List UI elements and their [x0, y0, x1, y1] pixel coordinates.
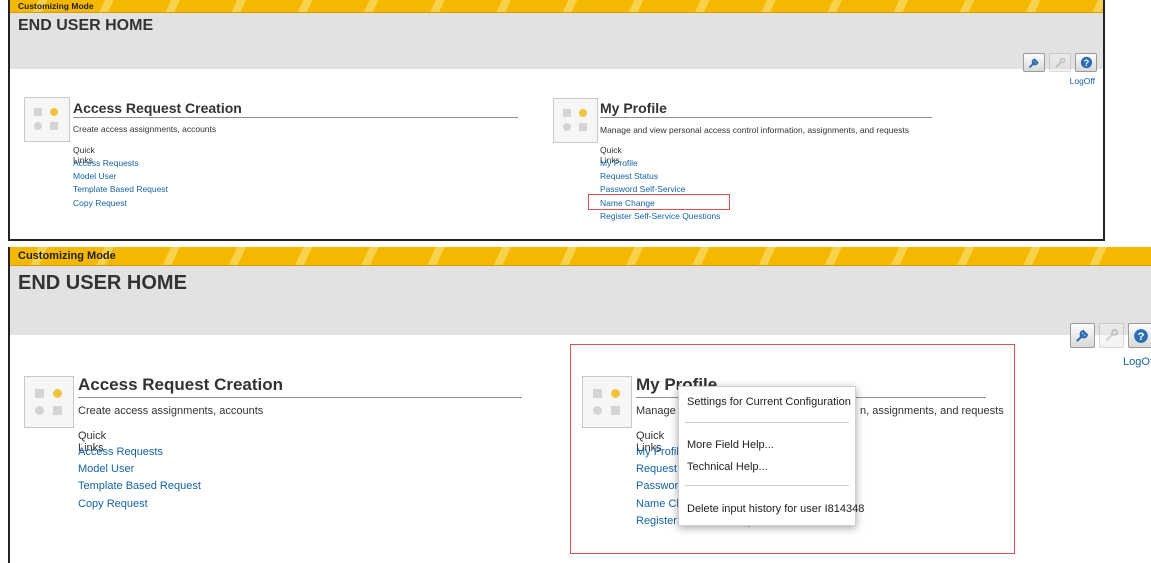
help-icon: ? — [1133, 328, 1148, 343]
customizing-mode-label: Customizing Mode — [18, 250, 116, 262]
svg-text:?: ? — [1137, 331, 1144, 343]
link-request-status[interactable]: Request Status — [600, 171, 658, 181]
screenshot-after: Customizing Mode END USER HOME ? LogOf A… — [8, 247, 1151, 563]
customize-button[interactable] — [1023, 53, 1045, 72]
menu-item-more-field-help[interactable]: More Field Help... — [687, 439, 774, 451]
help-button[interactable]: ? — [1128, 323, 1151, 348]
wrench-icon — [1076, 329, 1089, 342]
tile-grid-icon — [24, 376, 74, 428]
key-icon — [1055, 57, 1066, 68]
tile-title: My Profile — [600, 100, 932, 118]
link-password-self-service[interactable]: Password Self-Service — [600, 184, 686, 194]
link-model-user[interactable]: Model User — [78, 463, 134, 475]
link-template-based-request[interactable]: Template Based Request — [73, 184, 168, 194]
tile-title: Access Request Creation — [78, 375, 522, 398]
menu-separator — [685, 485, 849, 486]
highlight-box — [588, 194, 730, 210]
tile-title: Access Request Creation — [73, 100, 518, 118]
help-button[interactable]: ? — [1075, 53, 1097, 72]
page-header: END USER HOME ? — [10, 13, 1103, 72]
link-register-self-service-questions[interactable]: Register Self-Service Questions — [600, 211, 720, 221]
link-model-user[interactable]: Model User — [73, 171, 116, 181]
help-icon: ? — [1080, 56, 1092, 69]
screenshot-before: Customizing Mode END USER HOME ? LogOff … — [8, 0, 1105, 241]
toolbar: ? — [1070, 323, 1151, 348]
wrench-icon — [1029, 58, 1039, 68]
tile-description: Manage and view personal access control … — [600, 125, 910, 135]
menu-item-technical-help[interactable]: Technical Help... — [687, 461, 768, 473]
customizing-mode-bar: Customizing Mode — [10, 0, 1103, 13]
customizing-mode-label: Customizing Mode — [18, 1, 94, 11]
link-access-requests[interactable]: Access Requests — [78, 446, 163, 458]
logoff-link[interactable]: LogOf — [1123, 356, 1151, 368]
page-title: END USER HOME — [18, 17, 154, 34]
key-button[interactable] — [1099, 323, 1124, 348]
context-menu: Settings for Current Configuration More … — [678, 386, 864, 526]
tile-description: Create access assignments, accounts — [73, 124, 217, 134]
toolbar: ? — [1023, 53, 1097, 72]
tile-grid-icon — [24, 97, 70, 142]
page-header: END USER HOME ? — [10, 266, 1151, 348]
menu-item-settings-current-configuration[interactable]: Settings for Current Configuration — [687, 396, 851, 408]
svg-text:?: ? — [1083, 58, 1089, 68]
link-template-based-request[interactable]: Template Based Request — [78, 480, 201, 492]
tile-description: Create access assignments, accounts — [78, 405, 264, 417]
link-copy-request[interactable]: Copy Request — [78, 498, 148, 510]
logoff-link[interactable]: LogOff — [1070, 76, 1095, 86]
key-button[interactable] — [1049, 53, 1071, 72]
customizing-mode-bar: Customizing Mode — [10, 247, 1151, 266]
link-access-requests[interactable]: Access Requests — [73, 158, 139, 168]
link-my-profile[interactable]: My Profile — [600, 158, 638, 168]
key-icon — [1105, 329, 1118, 342]
menu-item-delete-input-history[interactable]: Delete input history for user I814348 — [687, 503, 864, 515]
page-title: END USER HOME — [18, 272, 187, 294]
tile-grid-icon — [553, 98, 598, 143]
menu-separator — [685, 422, 849, 423]
customize-button[interactable] — [1070, 323, 1095, 348]
link-copy-request[interactable]: Copy Request — [73, 198, 127, 208]
